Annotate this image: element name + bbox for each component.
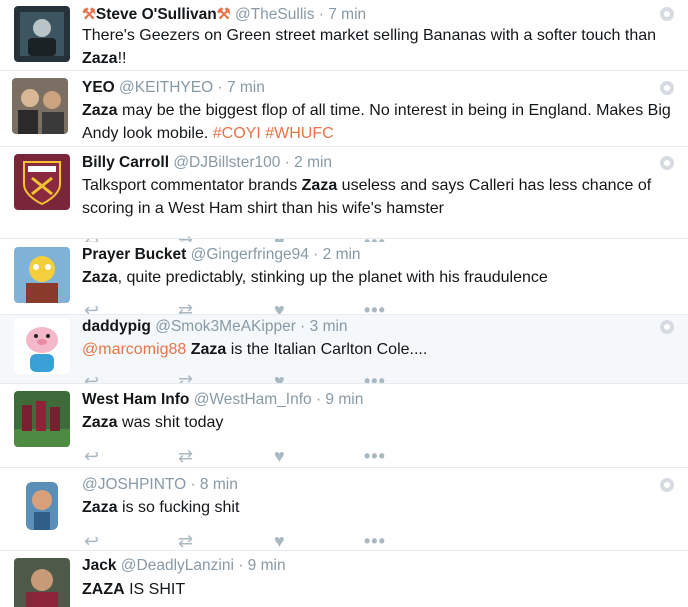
tweet-text: Talksport commentator brands Zaza useles… <box>82 177 652 217</box>
tweet-header: Jack @DeadlyLanzini · 9 min <box>82 557 286 575</box>
tweet-time[interactable]: · 7 min <box>217 79 264 96</box>
tweet-card[interactable]: daddypig @Smok3MeAKipper · 3 min @marcom… <box>0 315 688 383</box>
avatar[interactable] <box>12 78 68 134</box>
hashtag-link[interactable]: #WHUFC <box>265 125 333 142</box>
user-handle[interactable]: @WestHam_Info <box>194 391 312 408</box>
tweet-header: Prayer Bucket @Gingerfringe94 · 2 min <box>82 246 361 264</box>
avatar[interactable] <box>14 318 70 374</box>
user-name[interactable]: Steve O'Sullivan <box>96 6 217 23</box>
divider <box>0 146 688 147</box>
tweet-header: Billy Carroll @DJBillster100 · 2 min <box>82 154 332 172</box>
tweet-text: Zaza may be the biggest flop of all time… <box>82 102 671 142</box>
retweet-icon[interactable]: ⇄ <box>178 300 193 314</box>
user-name[interactable]: daddypig <box>82 318 151 335</box>
tweet-text: @marcomig88 Zaza is the Italian Carlton … <box>82 341 428 358</box>
divider <box>0 70 688 71</box>
avatar[interactable] <box>14 247 70 303</box>
retweet-icon[interactable]: ⇄ <box>178 531 193 550</box>
reply-icon[interactable]: ↩ <box>84 531 99 550</box>
user-name[interactable]: Prayer Bucket <box>82 246 186 263</box>
mention-link[interactable]: @marcomig88 <box>82 341 186 358</box>
tweet-actions: ↩ ⇄ ♥ ••• <box>82 446 402 466</box>
more-icon[interactable]: ••• <box>364 531 386 550</box>
tweet-text: Zaza was shit today <box>82 414 224 431</box>
user-name[interactable]: West Ham Info <box>82 391 189 408</box>
hammers-icon: ⚒ <box>216 6 231 23</box>
reply-icon[interactable]: ↩ <box>84 300 99 314</box>
divider <box>0 467 688 468</box>
tweet-header: ⚒Steve O'Sullivan⚒ @TheSullis · 7 min <box>82 5 366 24</box>
reply-icon[interactable]: ↩ <box>84 371 99 383</box>
tweet-time[interactable]: · 2 min <box>285 154 332 171</box>
user-handle[interactable]: @Gingerfringe94 <box>191 246 309 263</box>
retweet-icon[interactable]: ⇄ <box>178 371 193 383</box>
avatar[interactable] <box>14 391 70 447</box>
avatar[interactable] <box>14 478 70 534</box>
tweet-time[interactable]: · 9 min <box>238 557 285 574</box>
tweet-text: There's Geezers on Green street market s… <box>82 27 657 67</box>
heart-icon[interactable]: ♥ <box>274 371 285 383</box>
tweet-text: Zaza, quite predictably, stinking up the… <box>82 269 548 286</box>
tweet-actions: ↩ ⇄ ♥ ••• <box>82 300 402 314</box>
gear-icon[interactable] <box>660 156 674 170</box>
user-handle[interactable]: @TheSullis <box>235 6 314 23</box>
reply-icon[interactable]: ↩ <box>84 446 99 466</box>
tweet-text: ZAZA IS SHIT <box>82 581 186 598</box>
tweet-card[interactable]: Prayer Bucket @Gingerfringe94 · 2 min Za… <box>0 242 688 314</box>
tweet-card[interactable]: ⚒Steve O'Sullivan⚒ @TheSullis · 7 min Th… <box>0 0 688 68</box>
tweet-card[interactable]: Billy Carroll @DJBillster100 · 2 min Tal… <box>0 150 688 246</box>
user-name[interactable]: YEO <box>82 79 115 96</box>
tweet-time[interactable]: · 8 min <box>190 476 237 493</box>
heart-icon[interactable]: ♥ <box>274 300 285 314</box>
gear-icon[interactable] <box>660 81 674 95</box>
more-icon[interactable]: ••• <box>364 371 386 383</box>
tweet-text: Zaza is so fucking shit <box>82 499 240 516</box>
hammers-icon: ⚒ <box>82 6 96 23</box>
user-name[interactable]: Jack <box>82 557 116 574</box>
more-icon[interactable]: ••• <box>364 300 386 314</box>
gear-icon[interactable] <box>660 320 674 334</box>
user-handle[interactable]: @KEITHYEO <box>119 79 213 96</box>
gear-icon[interactable] <box>660 478 674 492</box>
tweet-actions: ↩ ⇄ ♥ ••• <box>82 531 402 550</box>
avatar[interactable] <box>14 154 70 210</box>
hashtag-link[interactable]: #COYI <box>213 125 261 142</box>
tweet-header: YEO @KEITHYEO · 7 min <box>82 79 265 97</box>
tweet-time[interactable]: · 3 min <box>300 318 347 335</box>
retweet-icon[interactable]: ⇄ <box>178 446 193 466</box>
user-handle[interactable]: @JOSHPINTO <box>82 476 186 493</box>
divider <box>0 238 688 239</box>
user-handle[interactable]: @DeadlyLanzini <box>121 557 234 574</box>
gear-icon[interactable] <box>660 7 674 21</box>
divider <box>0 383 688 384</box>
tweet-header: @JOSHPINTO · 8 min <box>82 476 238 494</box>
tweet-card[interactable]: West Ham Info @WestHam_Info · 9 min Zaza… <box>0 386 688 468</box>
user-handle[interactable]: @DJBillster100 <box>173 154 280 171</box>
more-icon[interactable]: ••• <box>364 446 386 466</box>
tweet-header: West Ham Info @WestHam_Info · 9 min <box>82 391 363 409</box>
tweet-time[interactable]: · 2 min <box>313 246 360 263</box>
tweet-card[interactable]: Jack @DeadlyLanzini · 9 min ZAZA IS SHIT <box>0 554 688 607</box>
divider <box>0 550 688 551</box>
avatar[interactable] <box>14 6 70 62</box>
heart-icon[interactable]: ♥ <box>274 531 285 550</box>
avatar[interactable] <box>14 558 70 607</box>
user-handle[interactable]: @Smok3MeAKipper <box>155 318 296 335</box>
tweet-time[interactable]: · 7 min <box>319 6 366 23</box>
tweet-time[interactable]: · 9 min <box>316 391 363 408</box>
user-name[interactable]: Billy Carroll <box>82 154 169 171</box>
tweet-actions: ↩ ⇄ ♥ ••• <box>82 371 402 383</box>
heart-icon[interactable]: ♥ <box>274 446 285 466</box>
tweet-card[interactable]: @JOSHPINTO · 8 min Zaza is so fucking sh… <box>0 470 688 550</box>
tweet-header: daddypig @Smok3MeAKipper · 3 min <box>82 318 348 336</box>
tweet-card[interactable]: YEO @KEITHYEO · 7 min Zaza may be the bi… <box>0 74 688 146</box>
